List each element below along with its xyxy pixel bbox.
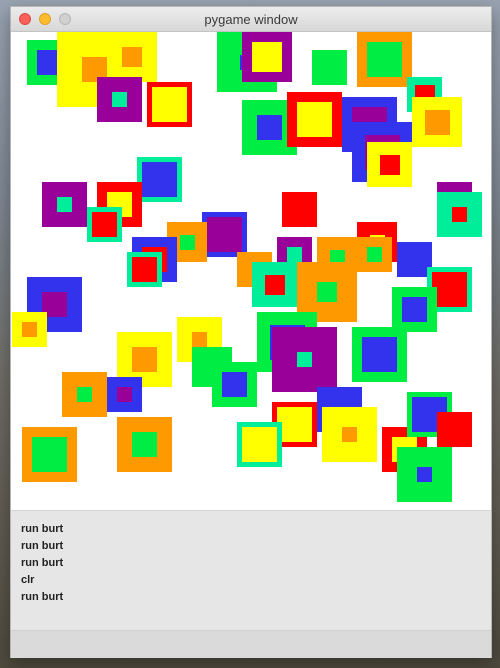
square-sprite-inner xyxy=(132,432,157,457)
square-sprite-inner xyxy=(402,297,427,322)
square-sprite-inner xyxy=(287,247,302,262)
square-sprite-inner xyxy=(252,42,282,72)
title-bar[interactable]: pygame window xyxy=(11,7,491,32)
console-line: run burt xyxy=(21,591,64,603)
square-sprite-inner xyxy=(432,272,467,307)
square-sprite-inner xyxy=(92,212,117,237)
square-sprite-inner xyxy=(367,42,402,77)
square-sprite-inner xyxy=(132,347,157,372)
square-sprite-inner xyxy=(207,217,242,252)
square-sprite-inner xyxy=(132,257,157,282)
square-sprite-inner xyxy=(317,282,337,302)
square-sprite-inner xyxy=(417,467,432,482)
square-sprite-inner xyxy=(112,92,127,107)
square-sprite-inner xyxy=(362,337,397,372)
square-sprite xyxy=(437,412,472,447)
square-sprite-inner xyxy=(257,115,282,140)
pygame-canvas[interactable] xyxy=(12,32,491,510)
square-sprite-inner xyxy=(22,322,37,337)
square-sprite-inner xyxy=(122,47,142,67)
square-sprite-inner xyxy=(192,332,207,347)
square-sprite-inner xyxy=(380,155,400,175)
square-sprite-inner xyxy=(320,58,340,78)
square-sprite-inner xyxy=(297,352,312,367)
square-sprite-inner xyxy=(297,102,332,137)
square-sprite-inner xyxy=(342,427,357,442)
app-window: pygame window run burt run burt run burt… xyxy=(10,6,492,658)
square-sprite-inner xyxy=(452,207,467,222)
square-sprite xyxy=(282,192,317,227)
console-line: clr xyxy=(21,574,35,586)
window-title: pygame window xyxy=(204,12,298,27)
square-sprite-inner xyxy=(180,235,195,250)
square-sprite-inner xyxy=(152,87,187,122)
square-sprite-inner xyxy=(117,387,132,402)
square-sprite-inner xyxy=(367,247,382,262)
square-sprite-inner xyxy=(142,162,177,197)
status-bar xyxy=(11,630,491,658)
square-sprite-inner xyxy=(57,197,72,212)
console-line: run burt xyxy=(21,540,64,552)
square-sprite-inner xyxy=(242,427,277,462)
square-sprite-inner xyxy=(277,407,312,442)
square-sprite-inner xyxy=(222,372,247,397)
square-sprite-inner xyxy=(425,110,450,135)
square-sprite-inner xyxy=(77,387,92,402)
console-output: run burt run burt run burt clr run burt xyxy=(11,510,491,631)
console-line: run burt xyxy=(21,557,64,569)
square-sprite-inner xyxy=(32,437,67,472)
console-line: run burt xyxy=(21,523,64,535)
square-sprite-inner xyxy=(265,275,285,295)
